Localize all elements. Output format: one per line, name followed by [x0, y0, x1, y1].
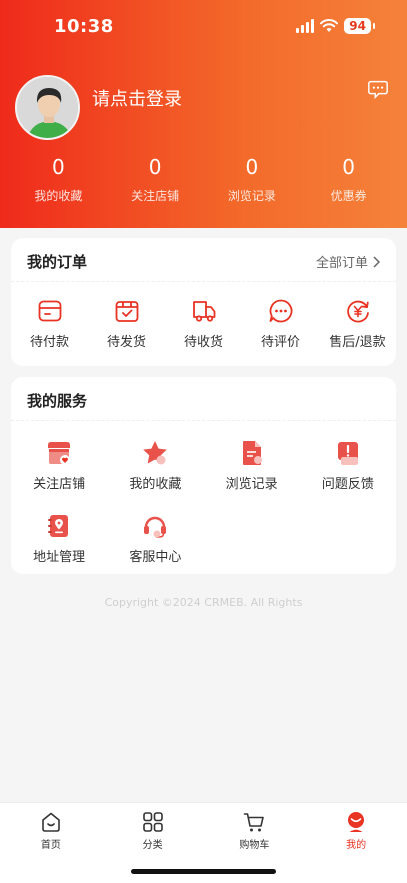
wifi-icon	[320, 19, 339, 32]
stat-label: 浏览记录	[227, 189, 276, 203]
service-favorites[interactable]: 我的收藏	[107, 439, 203, 492]
service-label: 我的收藏	[129, 477, 182, 492]
order-pending-receipt[interactable]: 待收货	[165, 298, 242, 350]
order-label: 待发货	[106, 335, 146, 350]
orders-card: 我的订单 全部订单 待付款 待发货 待收货 待评价 售后/退款	[11, 238, 396, 366]
services-title: 我的服务	[27, 392, 88, 410]
service-browse-history[interactable]: 浏览记录	[204, 439, 300, 492]
status-icons: 94	[296, 18, 375, 34]
all-orders-label: 全部订单	[315, 256, 368, 271]
order-pending-payment[interactable]: 待付款	[11, 298, 88, 350]
tab-mine[interactable]: 我的	[305, 803, 407, 883]
star-icon	[143, 441, 168, 465]
service-label: 问题反馈	[321, 477, 374, 492]
avatar[interactable]	[15, 75, 80, 140]
address-book-icon	[48, 515, 69, 537]
document-icon	[242, 441, 262, 465]
profile-header: 10:38 94 请点击登录 0 我的收藏 0 关注店铺 0 浏览记录 0 优惠…	[0, 0, 407, 228]
order-status-row: 待付款 待发货 待收货 待评价 售后/退款	[11, 298, 396, 350]
status-bar: 10:38 94	[0, 0, 407, 56]
battery-indicator: 94	[344, 18, 375, 34]
service-label: 浏览记录	[225, 477, 278, 492]
copyright-text: Copyright ©2024 CRMEB. All Rights	[104, 596, 303, 609]
comment-icon	[269, 299, 292, 323]
message-icon[interactable]	[367, 78, 389, 100]
service-address-management[interactable]: 地址管理	[11, 512, 107, 565]
store-heart-icon	[48, 442, 71, 465]
service-label: 地址管理	[33, 550, 86, 565]
service-label: 客服中心	[129, 550, 182, 565]
category-grid-icon	[142, 812, 163, 832]
home-icon	[42, 812, 60, 832]
all-orders-link[interactable]: 全部订单	[316, 252, 380, 271]
order-label: 待付款	[29, 335, 69, 350]
tab-label: 我的	[346, 840, 367, 851]
tab-label: 购物车	[239, 840, 270, 851]
stat-value: 0	[245, 155, 259, 179]
stat-label: 优惠券	[330, 189, 367, 203]
stat-label: 关注店铺	[131, 189, 180, 203]
stat-favorites[interactable]: 0 我的收藏	[10, 155, 107, 204]
orders-title: 我的订单	[27, 253, 88, 271]
stat-value: 0	[52, 155, 65, 179]
cart-icon	[244, 813, 265, 832]
service-feedback[interactable]: 问题反馈	[300, 439, 396, 492]
order-label: 待收货	[183, 335, 223, 350]
order-pending-shipment[interactable]: 待发货	[88, 298, 165, 350]
stat-browse-history[interactable]: 0 浏览记录	[204, 155, 301, 204]
stat-coupons[interactable]: 0 优惠券	[300, 155, 397, 204]
feedback-icon	[337, 442, 358, 465]
stat-value: 0	[148, 155, 162, 179]
delivery-truck-icon	[192, 301, 215, 322]
tab-label: 首页	[40, 840, 61, 851]
login-prompt[interactable]: 请点击登录	[92, 85, 182, 111]
home-indicator	[131, 869, 276, 874]
stat-followed-stores[interactable]: 0 关注店铺	[107, 155, 204, 204]
wallet-icon	[38, 300, 61, 322]
order-label: 售后/退款	[329, 335, 386, 350]
cellular-signal-icon	[296, 19, 315, 33]
services-grid: 关注店铺 我的收藏 浏览记录 问题反馈 地址管理 客服中心	[11, 439, 396, 565]
tab-label: 分类	[142, 840, 163, 851]
profile-stats: 0 我的收藏 0 关注店铺 0 浏览记录 0 优惠券	[10, 155, 397, 204]
stat-value: 0	[342, 155, 355, 179]
headset-icon	[144, 516, 167, 538]
user-icon	[348, 812, 365, 832]
service-label: 关注店铺	[33, 477, 86, 492]
divider	[11, 281, 396, 282]
status-time: 10:38	[54, 16, 114, 37]
services-card: 我的服务 关注店铺 我的收藏 浏览记录 问题反馈 地址管理 客服中心	[11, 377, 396, 574]
chevron-right-icon	[373, 255, 380, 268]
order-after-sales[interactable]: 售后/退款	[319, 298, 396, 350]
tab-home[interactable]: 首页	[0, 803, 102, 883]
service-followed-stores[interactable]: 关注店铺	[11, 439, 107, 492]
stat-label: 我的收藏	[34, 189, 83, 203]
order-pending-review[interactable]: 待评价	[242, 298, 319, 350]
avatar-image	[17, 77, 78, 138]
refund-icon	[346, 300, 369, 323]
package-check-icon	[115, 301, 138, 322]
service-customer-center[interactable]: 客服中心	[107, 512, 203, 565]
order-label: 待评价	[260, 335, 300, 350]
divider	[11, 420, 396, 421]
